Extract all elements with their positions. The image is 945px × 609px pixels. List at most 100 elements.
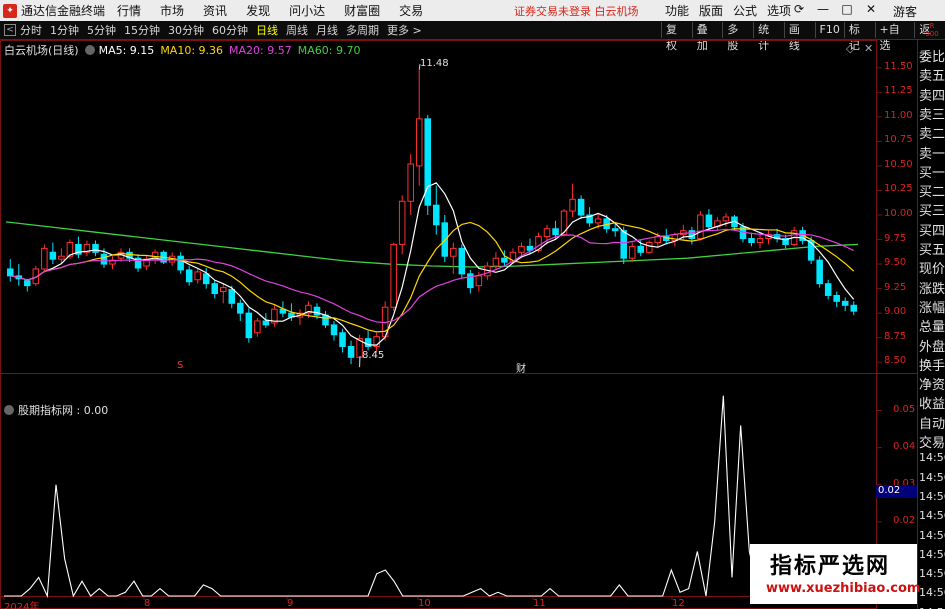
side-panel-item: 卖四 — [919, 88, 945, 104]
candle-body — [185, 269, 193, 283]
candle-body — [552, 228, 559, 236]
menu-item-discover[interactable]: 发现 — [246, 2, 270, 19]
minimize-icon[interactable]: — — [814, 2, 832, 16]
maximize-icon[interactable]: □ — [838, 2, 856, 16]
side-panel-item: 换手 — [919, 358, 945, 374]
more-periods-button[interactable]: 更多 > — [387, 22, 422, 38]
candle-body — [807, 240, 815, 261]
side-panel-item: 买四 — [919, 223, 945, 239]
candle-body — [748, 238, 755, 243]
ma60-label: MA60: 9.70 — [297, 43, 361, 57]
overlay-button[interactable]: 叠加 — [691, 22, 723, 52]
menu-item-wealth[interactable]: 财富圈 — [344, 2, 380, 19]
indicator-legend: 股期指标网 : 0.00 — [4, 402, 108, 418]
menu-item-formula[interactable]: 公式 — [733, 2, 757, 19]
right-menu: 功能 版面 公式 选项 — [665, 2, 801, 19]
close-chart-icon[interactable]: ✕ — [864, 42, 873, 55]
candle-body — [109, 259, 116, 265]
candle-body — [509, 251, 517, 263]
tab-weekly[interactable]: 周线 — [286, 22, 308, 38]
stats-button[interactable]: 统计 — [753, 22, 784, 52]
candle-body — [526, 245, 534, 251]
tab-30min[interactable]: 30分钟 — [168, 22, 204, 38]
settings-circle-icon[interactable] — [84, 45, 95, 55]
candle-body — [211, 283, 218, 294]
side-panel-item: 买五 — [919, 243, 945, 258]
marker-s: S — [177, 360, 184, 371]
tab-daily[interactable]: 日线 — [256, 22, 278, 38]
refresh-icon[interactable]: ⟳ — [790, 2, 808, 16]
indicator-axis-label: 0.05 — [893, 403, 916, 415]
candle-body — [450, 247, 457, 257]
candle-body — [398, 200, 406, 245]
toolbar-right-buttons: 复权 叠加 多股 统计 画线 F10 标记 +自选 返回 — [661, 22, 945, 52]
candle-body — [850, 304, 857, 312]
date-label-11: 11 — [533, 598, 546, 609]
candle-body — [271, 308, 278, 324]
side-panel-item: 买一 — [919, 165, 945, 181]
candle-body — [15, 275, 23, 280]
candle-body — [7, 268, 14, 277]
ma10-label: MA10: 9.36 — [160, 43, 224, 57]
diamond-icon[interactable]: ◇ — [846, 42, 854, 55]
watermark-title: 指标严选网 — [770, 554, 891, 579]
chart-frame — [0, 40, 877, 609]
mark-button[interactable]: 标记 — [843, 22, 875, 52]
tab-5min[interactable]: 5分钟 — [87, 22, 116, 38]
menu-item-markets[interactable]: 市场 — [160, 2, 184, 19]
close-icon[interactable]: ✕ — [862, 2, 880, 16]
price-axis-label: 10.00 — [884, 208, 913, 219]
adjust-button[interactable]: 复权 — [661, 22, 692, 52]
chart-grid — [0, 40, 917, 609]
side-panel-item: 14:56 — [919, 528, 945, 542]
stock-title: 白云机场(日线) — [4, 44, 79, 57]
side-panel-item: 涨幅 — [919, 300, 945, 316]
price-axis-label: 11.25 — [884, 85, 913, 97]
chart-canvas — [0, 40, 917, 609]
candle-body — [202, 273, 210, 285]
login-notice[interactable]: 证券交易未登录 白云机场 — [514, 3, 639, 19]
candle-body — [816, 259, 823, 285]
tab-timeshare[interactable]: 分时 — [20, 22, 42, 38]
menu-item-options[interactable]: 选项 — [767, 2, 791, 19]
tab-15min[interactable]: 15分钟 — [124, 22, 160, 38]
candle-body — [484, 265, 491, 277]
candle-body — [518, 245, 525, 253]
candle-body — [100, 253, 108, 265]
tab-1min[interactable]: 1分钟 — [50, 22, 79, 38]
side-panel-item: 14:56 — [919, 567, 945, 581]
candle-body — [705, 214, 713, 228]
tab-multi-period[interactable]: 多周期 — [346, 22, 379, 38]
price-axis-label: 11.00 — [884, 109, 913, 121]
side-panel-item: 14:56 — [919, 509, 945, 523]
menu-item-layout[interactable]: 版面 — [699, 2, 723, 19]
f10-button[interactable]: F10 — [814, 22, 844, 38]
candle-body — [330, 324, 338, 336]
back-icon[interactable]: < — [4, 24, 16, 36]
candle-body — [569, 198, 576, 212]
side-panel-item: 买二 — [919, 185, 945, 201]
indicator-settings-icon[interactable] — [4, 405, 14, 415]
multi-stock-button[interactable]: 多股 — [722, 22, 753, 52]
candle-body — [603, 218, 610, 230]
price-axis-label: 9.50 — [884, 257, 907, 269]
menu-item-function[interactable]: 功能 — [665, 2, 689, 19]
menu-item-news[interactable]: 资讯 — [203, 2, 227, 19]
price-legend: 白云机场(日线) MA5: 9.15 MA10: 9.36 MA20: 9.57… — [4, 42, 360, 58]
candle-body — [475, 275, 483, 287]
candle-body — [237, 302, 244, 314]
candle-body — [288, 312, 295, 318]
menu-item-trade[interactable]: 交易 — [399, 2, 423, 19]
draw-line-button[interactable]: 画线 — [783, 22, 815, 52]
tab-60min[interactable]: 60分钟 — [212, 22, 248, 38]
candle-body — [637, 245, 644, 253]
add-watchlist-button[interactable]: +自选 — [874, 22, 915, 52]
candle-body — [83, 243, 91, 253]
menu-item-ask[interactable]: 问小达 — [289, 2, 325, 19]
candle-body — [347, 345, 355, 358]
menu-item-market[interactable]: 行情 — [117, 2, 141, 19]
low-annotation: 8.45 — [362, 350, 385, 361]
guest-label[interactable]: 游客 — [893, 3, 917, 20]
indicator-title: 股期指标网 : 0.00 — [18, 404, 109, 417]
tab-monthly[interactable]: 月线 — [316, 22, 338, 38]
